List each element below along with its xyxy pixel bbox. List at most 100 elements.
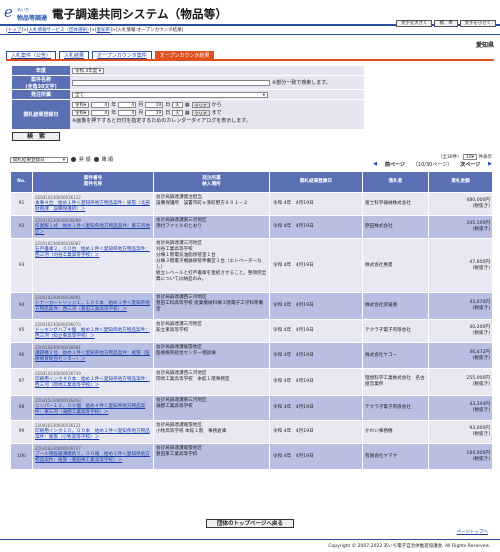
amount-tax-note: (税抜き)	[472, 408, 490, 413]
prev-page-link[interactable]: 前ページ	[385, 161, 405, 168]
amount-tax-note: (税抜き)	[472, 432, 490, 437]
amount-tax-note: (税抜き)	[472, 227, 490, 232]
amount-value: 345,100円	[466, 221, 490, 226]
logo[interactable]: e あいち 物品等調達	[4, 3, 47, 23]
font-small-button[interactable]: 文字を小さく	[459, 20, 496, 27]
case-name-link[interactable]: 課題機２台 始め１件＜愛知県地方物品案件：尾張（医療療育総合センター）＞	[35, 351, 150, 362]
row-org: 会計局調達課三河地区 刈谷工業高等学校 分棟１階電気油脂保管室１台 分棟３階電子…	[153, 238, 270, 293]
name-hint: ※部分一致で検索します。	[272, 80, 331, 86]
row-amount: 43,070円 (税抜き)	[428, 292, 493, 320]
tab-open-counter-result[interactable]: オープンカウンタ結果	[154, 51, 215, 59]
row-case: 220415230000036463 ニッパー１２，００個 始め４件＜愛知県地方物…	[32, 395, 154, 421]
row-case: 220410230000036073 ドッキングハブ４個 始め１件＜愛知県地方物品…	[32, 319, 154, 343]
date-label: 開札結果登録日	[12, 100, 70, 129]
from-era-select[interactable]: 令和▾	[72, 101, 90, 108]
from-calendar-icon[interactable]: ▦	[185, 102, 190, 108]
case-name-link[interactable]: 印刷用インク１０，００本 始め２件＜愛知県地方物品案件：尾張（小牧高等学校）＞	[35, 429, 150, 440]
row-case: 220410230000036739 印刷用インク４０本 始め１件＜愛知県地方物品…	[32, 368, 154, 396]
breadcrumb-service[interactable]: 入札情報サービス（団体選択）	[29, 28, 90, 33]
row-org: 会計局調達課東三河地区 蒲郡工業高等学校	[153, 395, 270, 421]
row-no: 97	[10, 368, 33, 396]
row-date: 令和 4年 4月19日	[269, 368, 363, 396]
case-name-link[interactable]: 石戸書庫２，００台 始め１件＜愛知県地方物品案件：西三河（刈谷工業高等学校）＞	[35, 247, 150, 258]
to-suffix: まで	[211, 110, 222, 116]
to-month-input[interactable]: 4	[118, 109, 137, 116]
case-name-link[interactable]: ドッキングハブ４個 始め１件＜愛知県地方物品案件：西三河（知立東高等学校）＞	[35, 328, 150, 339]
desc-radio[interactable]	[93, 157, 99, 162]
to-era-select[interactable]: 令和▾	[72, 109, 90, 116]
case-name-link[interactable]: ニッパー１２，００個 始め４件＜愛知県地方物品案件：東三河（蒲郡工業高等学校）＞	[35, 404, 145, 415]
row-winner: 理想科学工業株式会社 名古屋営業所	[362, 368, 429, 396]
org-select[interactable]: 全て ▾	[72, 91, 268, 98]
row-no: 91	[10, 192, 33, 216]
amount-value: 480,000円	[466, 198, 490, 203]
tab-bid-result[interactable]: 入札結果	[59, 51, 90, 59]
table-row: 96 220410230000036061 課題機２台 始め１件＜愛知県地方物品案件…	[10, 342, 493, 369]
row-date: 令和 4年 4月19日	[269, 395, 363, 421]
case-name-link[interactable]: 印刷用インク４０本 始め１件＜愛知県地方物品案件：西三河（岡崎工業高等学校）＞	[35, 377, 150, 388]
font-standard-button[interactable]: 標 準	[434, 20, 458, 27]
back-to-org-top-button[interactable]: 団体のトップページへ戻る	[206, 519, 294, 528]
from-month-input[interactable]: 4	[118, 101, 137, 108]
desc-label: 降 順	[101, 157, 114, 163]
case-name-link[interactable]: 作業服１式 始め１件＜愛知県地方物品案件：東三河地区＞	[35, 224, 150, 235]
table-header-row: No. 案件番号 案件名称 発注所属 納入場所 開札結果登録日 落札者 落札金額	[10, 171, 493, 193]
table-row: 100 220410230000036707 ブール用殺菌薄膜剤５，００箱 始め１件…	[10, 443, 493, 470]
year-label: 年度	[12, 66, 70, 75]
case-name-link[interactable]: トナーカートリッジ１，１００本 始め１件＜愛知県地方物品案件：西三河（豊田工業高…	[35, 301, 150, 312]
amount-value: 43,344円	[469, 402, 490, 407]
tab-bid-notice[interactable]: 入札案件（公告）	[6, 51, 57, 59]
footer-copyright: Copyright © 2007-2022 あいち電子自治体推進協議会. All…	[0, 539, 500, 552]
amount-value: 255,000円	[466, 376, 490, 381]
to-calendar-icon[interactable]: ▦	[185, 110, 190, 116]
page-size-select[interactable]: 10▾	[463, 154, 478, 160]
asc-radio[interactable]	[71, 157, 76, 162]
case-name-link[interactable]: 本事４台 始め１件＜愛知県地方物品案件：尾張（北部財務課 設備保護所）＞	[35, 201, 150, 212]
amount-value: 184,000円	[466, 450, 490, 456]
search-form: 年度 令和 4年度 ▾ 案件名称 (全角30文字) ※部分一致で検索します。 発注…	[12, 66, 364, 141]
next-page-link[interactable]: 次ページ	[460, 161, 480, 168]
from-year-input[interactable]: 4	[91, 101, 110, 108]
row-org: 会計局調達課三河地区 知立東高等学校	[153, 319, 270, 343]
year-select[interactable]: 令和 4年度 ▾	[72, 67, 104, 74]
row-winner: テクラ子電子有限会社	[362, 319, 429, 343]
breadcrumb-pref[interactable]: 愛知県	[97, 28, 111, 33]
breadcrumb-current: 入札情報:オープンカウンタ結果	[117, 28, 182, 33]
name-input[interactable]	[72, 79, 270, 86]
row-case: 220410230000036122 本事４台 始め１件＜愛知県地方物品案件：尾張…	[32, 192, 154, 216]
page-top-link[interactable]: ページトップへ	[457, 529, 488, 535]
row-org: 会計局調達課尾張地区 医療療育総合センター相談棟	[153, 342, 270, 369]
to-clear-button[interactable]: クリア	[191, 109, 210, 116]
amount-value: 47,600円	[469, 259, 490, 265]
year-select-value: 令和 4年度	[75, 68, 98, 74]
row-no: 98	[10, 395, 33, 421]
row-winner: テクラ子電子有限会社	[362, 395, 429, 421]
amount-tax-note: (税抜き)	[472, 355, 490, 361]
to-day-input[interactable]: 19	[145, 109, 164, 116]
row-amount: 47,600円 (税抜き)	[428, 238, 493, 293]
from-day-input[interactable]: 19	[145, 101, 164, 108]
page-size-unit: 件表示	[478, 155, 493, 160]
row-winner: 株式会社ヤコー	[362, 342, 429, 369]
row-org: 会計局調達課東三河地区 添付ファイルのとおり	[153, 215, 270, 239]
col-winner: 落札者	[362, 171, 429, 193]
name-label-text: 案件名称	[30, 76, 51, 83]
amount-tax-note: (税抜き)	[472, 331, 490, 336]
page-size-value: 10	[466, 155, 472, 160]
font-large-button[interactable]: 文字を大きく	[396, 20, 433, 27]
from-clear-button[interactable]: クリア	[191, 101, 210, 108]
case-name-link[interactable]: ブール用殺菌薄膜剤５，００箱 始め１件＜愛知県地方物品案件：尾張（豊田東工業高等…	[35, 452, 150, 463]
to-year-input[interactable]: 4	[91, 109, 110, 116]
row-amount: 93,000円 (税抜き)	[428, 420, 493, 444]
next-page-icon[interactable]: ▶	[488, 161, 492, 168]
row-date: 令和 4年 4月19日	[269, 192, 363, 216]
to-era: 令和	[75, 110, 84, 116]
prev-page-icon[interactable]: ◀	[373, 161, 377, 168]
sort-select[interactable]: 開札結果登録日 ▾	[10, 156, 68, 163]
search-button[interactable]: 検 索	[12, 132, 60, 141]
row-case: 220410230000036707 ブール用殺菌薄膜剤５，００箱 始め１件＜愛知…	[32, 443, 154, 470]
logo-mark: e	[4, 3, 13, 21]
tab-open-counter[interactable]: オープンカウンタ案件	[92, 51, 152, 59]
breadcrumb-top[interactable]: トップ	[8, 28, 22, 33]
row-org: 会計局調達課発注担当 設備保護所 設置市町ヶ湊町野方８０１－２	[153, 192, 270, 216]
